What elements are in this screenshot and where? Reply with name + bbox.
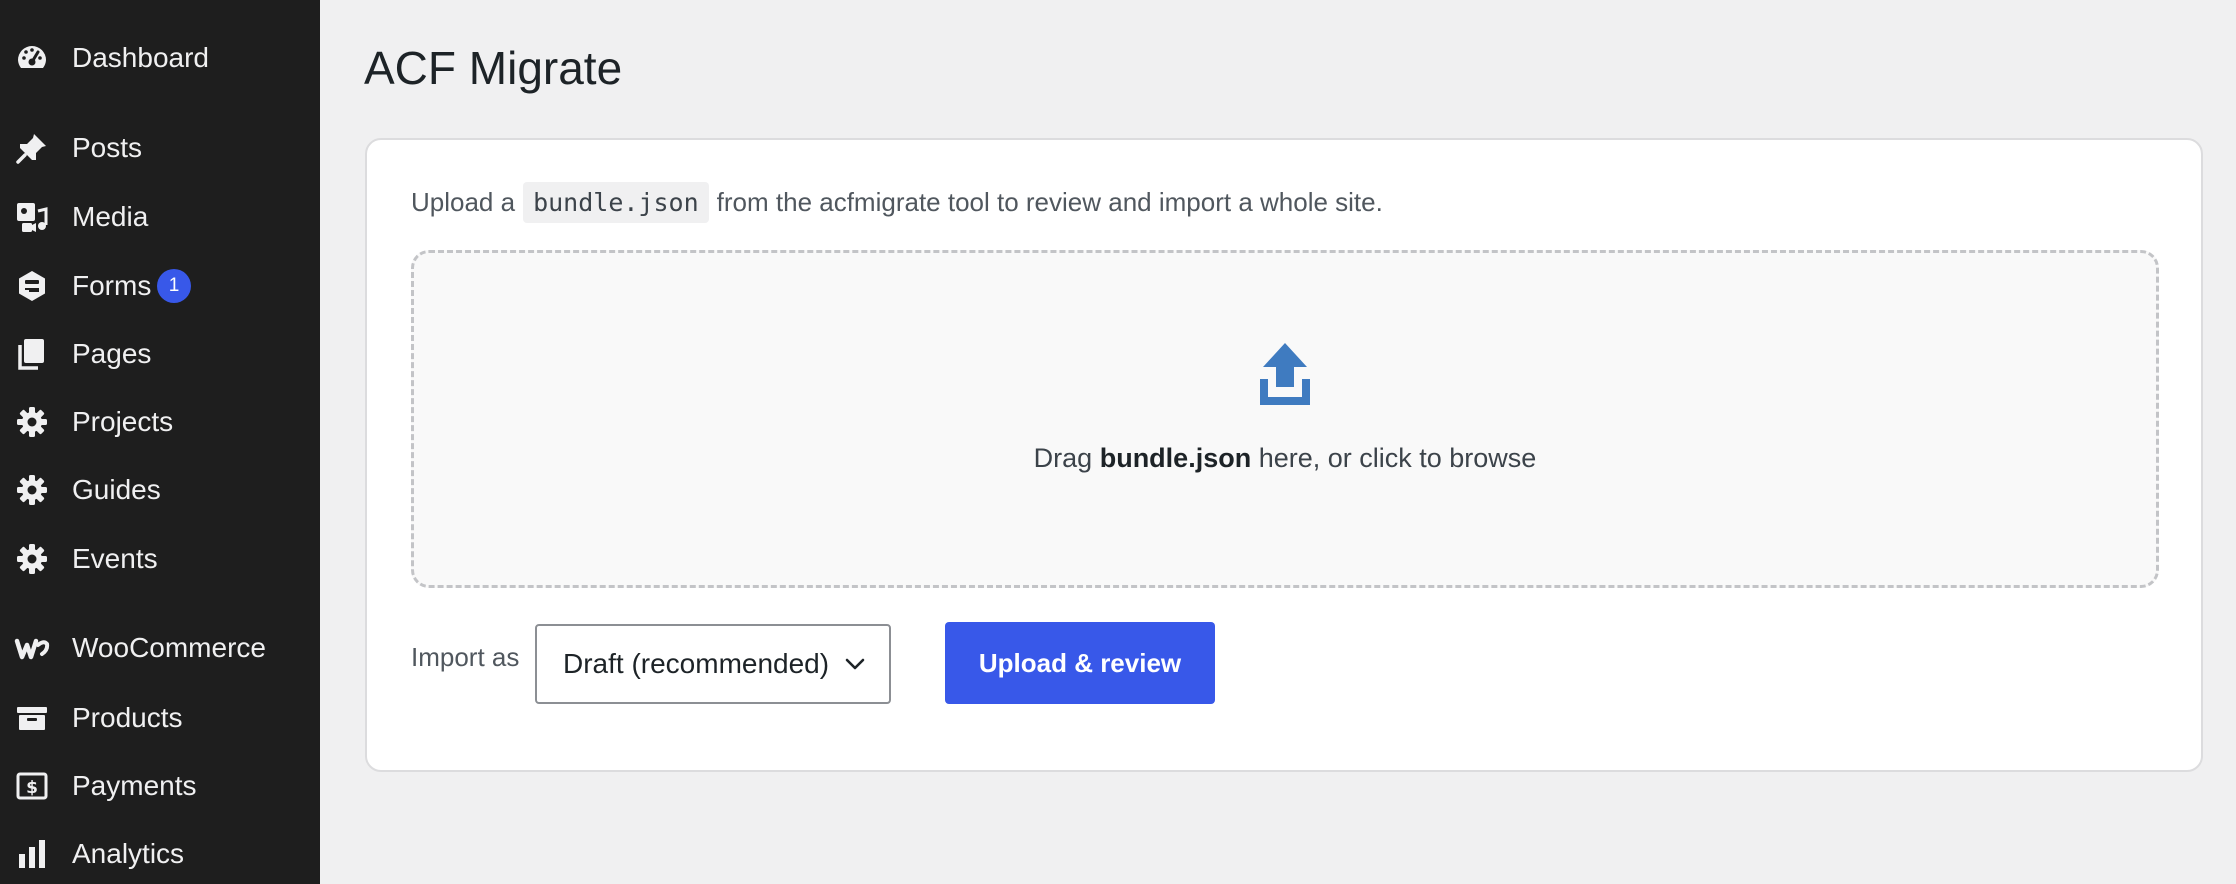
- sidebar-item-events[interactable]: Events: [0, 529, 320, 589]
- sidebar-item-analytics[interactable]: Analytics: [0, 824, 320, 884]
- sidebar-item-label: WooCommerce: [72, 632, 266, 663]
- intro-text: Upload a bundle.json from the acfmigrate…: [411, 178, 1383, 226]
- import-row: Import as Draft (recommended) Upload & r…: [411, 622, 1311, 706]
- sidebar-item-woocommerce[interactable]: WooCommerce: [0, 618, 320, 678]
- archive-icon: [14, 700, 50, 736]
- svg-text:$: $: [26, 778, 38, 798]
- page-title: ACF Migrate: [364, 42, 623, 94]
- intro-before: Upload a: [411, 186, 516, 217]
- sidebar-item-guides[interactable]: Guides: [0, 460, 320, 520]
- sidebar-item-label: Media: [72, 201, 149, 232]
- media-icon: [14, 199, 50, 235]
- gear-icon: [14, 541, 50, 577]
- dropzone-text-before: Drag: [1033, 443, 1093, 473]
- gear-icon: [14, 404, 50, 440]
- bar-chart-icon: [14, 836, 50, 872]
- sidebar-item-products[interactable]: Products: [0, 688, 320, 748]
- upload-review-button[interactable]: Upload & review: [945, 622, 1215, 704]
- sidebar-item-label: Projects: [72, 406, 174, 437]
- import-as-label: Import as: [411, 642, 520, 672]
- chevron-down-icon: [843, 652, 867, 676]
- woocommerce-icon: [14, 630, 50, 666]
- gear-icon: [14, 472, 50, 508]
- dashboard-icon: [14, 40, 50, 76]
- sidebar-item-media[interactable]: Media: [0, 187, 320, 247]
- sidebar-item-label: Analytics: [72, 838, 185, 869]
- forms-icon: [14, 268, 50, 304]
- import-status-select[interactable]: Draft (recommended): [535, 624, 891, 704]
- select-value: Draft (recommended): [563, 648, 830, 679]
- sidebar-item-dashboard[interactable]: Dashboard: [0, 28, 320, 88]
- sidebar-item-projects[interactable]: Projects: [0, 392, 320, 452]
- upload-card: Upload a bundle.json from the acfmigrate…: [365, 138, 2203, 772]
- dollar-icon: $: [14, 768, 50, 804]
- sidebar-item-pages[interactable]: Pages: [0, 324, 320, 384]
- sidebar-item-label: Events: [72, 543, 158, 574]
- file-dropzone[interactable]: Drag bundle.json here, or click to brows…: [411, 250, 2159, 588]
- sidebar-item-label: Payments: [72, 770, 197, 801]
- dropzone-text-after: here, or click to browse: [1258, 443, 1537, 473]
- sidebar-item-label: Dashboard: [72, 42, 209, 73]
- notification-badge: 1: [157, 269, 191, 303]
- dropzone-filename: bundle.json: [1099, 443, 1252, 473]
- dropzone-text: Drag bundle.json here, or click to brows…: [414, 443, 2156, 474]
- sidebar-item-forms[interactable]: Forms 1: [0, 256, 320, 316]
- sidebar-item-label: Posts: [72, 132, 143, 163]
- sidebar-item-payments[interactable]: $ Payments: [0, 756, 320, 816]
- admin-sidebar: Dashboard Posts Media Forms 1 Pages Proj…: [0, 0, 320, 884]
- intro-code: bundle.json: [523, 181, 709, 223]
- upload-icon: [1257, 341, 1313, 409]
- sidebar-item-posts[interactable]: Posts: [0, 118, 320, 178]
- sidebar-item-label: Pages: [72, 338, 152, 369]
- sidebar-item-label: Guides: [72, 474, 161, 505]
- sidebar-item-label: Products: [72, 702, 183, 733]
- pages-icon: [14, 336, 50, 372]
- intro-after: from the acfmigrate tool to review and i…: [716, 186, 1383, 217]
- pin-icon: [14, 130, 50, 166]
- sidebar-item-label: Forms: [72, 270, 152, 301]
